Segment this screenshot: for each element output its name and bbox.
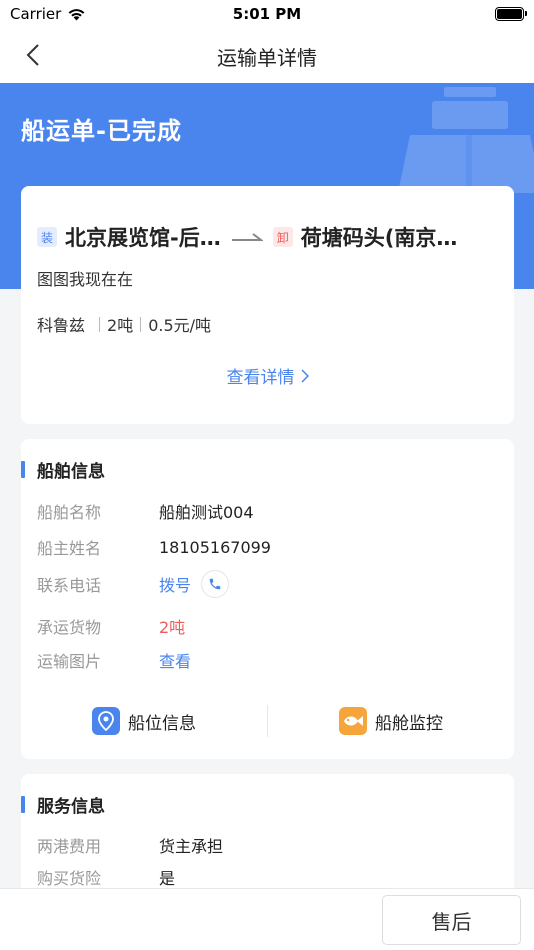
row-label: 运输图片 <box>37 652 102 671</box>
status-bar: Carrier 5:01 PM <box>0 0 534 28</box>
dial-link[interactable]: 拨号 <box>159 572 191 596</box>
ship-position-label: 船位信息 <box>128 713 196 734</box>
insurance-row: 购买货险 是 <box>37 865 175 889</box>
row-label: 承运货物 <box>37 618 102 637</box>
goods-name: 科鲁兹 <box>37 316 86 335</box>
fish-icon <box>339 707 367 735</box>
chevron-right-icon <box>300 368 309 383</box>
row-label: 船主姓名 <box>37 539 102 558</box>
section-header: 船舶信息 <box>21 459 105 482</box>
ship-actions: 船位信息 船舱监控 <box>21 701 514 741</box>
service-info-card: 服务信息 两港费用 货主承担 购买货险 是 <box>21 774 514 904</box>
section-title: 船舶信息 <box>37 461 105 482</box>
after-sale-button[interactable]: 售后 <box>382 895 521 945</box>
clock: 5:01 PM <box>232 5 302 23</box>
row-label: 两港费用 <box>37 837 102 856</box>
ship-name-value: 船舶测试004 <box>159 503 254 522</box>
route-card: 装 北京展览馆-后… 卸 荷塘码头(南京… 图图我现在在 科鲁兹 2吨 0.5元… <box>21 186 514 424</box>
destination-port: 荷塘码头(南京… <box>300 226 458 250</box>
load-tag: 装 <box>37 227 57 247</box>
goods-weight: 2吨 <box>107 316 134 335</box>
transport-photo-row: 运输图片 查看 <box>37 648 191 672</box>
goods-price: 0.5元/吨 <box>148 316 212 335</box>
route-row: 装 北京展览馆-后… 卸 荷塘码头(南京… <box>37 222 507 252</box>
call-button[interactable] <box>201 570 230 598</box>
battery-icon <box>495 7 527 21</box>
section-title: 服务信息 <box>37 796 105 817</box>
view-photos-link[interactable]: 查看 <box>159 648 191 672</box>
ship-info-card: 船舶信息 船舶名称 船舶测试004 船主姓名 18105167099 联系电话 … <box>21 439 514 759</box>
section-header: 服务信息 <box>21 794 105 817</box>
ship-name-row: 船舶名称 船舶测试004 <box>37 499 254 523</box>
goods-summary: 科鲁兹 2吨 0.5元/吨 <box>37 312 211 336</box>
route-note: 图图我现在在 <box>37 270 134 289</box>
insurance-value: 是 <box>159 869 176 888</box>
nav-bar: 运输单详情 <box>0 28 534 83</box>
phone-row: 联系电话 拨号 <box>37 570 230 598</box>
page-title: 运输单详情 <box>217 46 317 70</box>
port-fee-value: 货主承担 <box>159 837 224 856</box>
ship-position-button[interactable]: 船位信息 <box>21 707 267 735</box>
origin-port: 北京展览馆-后… <box>65 226 221 250</box>
order-status-title: 船运单-已完成 <box>21 117 182 145</box>
port-fee-row: 两港费用 货主承担 <box>37 833 223 857</box>
section-accent-bar <box>21 460 25 478</box>
ship-watermark-icon <box>398 87 534 193</box>
owner-name-value: 18105167099 <box>159 537 271 557</box>
view-detail-label: 查看详情 <box>226 368 295 388</box>
cabin-monitor-label: 船舱监控 <box>375 713 443 734</box>
owner-name-row: 船主姓名 18105167099 <box>37 535 271 559</box>
arrow-right-icon <box>231 233 263 241</box>
cargo-weight-value: 2吨 <box>159 618 186 637</box>
section-accent-bar <box>21 795 25 813</box>
phone-icon <box>209 578 221 590</box>
row-label: 联系电话 <box>37 576 102 595</box>
row-label: 船舶名称 <box>37 503 102 522</box>
cargo-row: 承运货物 2吨 <box>37 614 185 638</box>
divider <box>140 316 142 332</box>
cabin-monitor-button[interactable]: 船舱监控 <box>268 707 514 735</box>
divider <box>99 316 101 332</box>
view-detail-link[interactable]: 查看详情 <box>21 363 514 388</box>
location-pin-icon <box>92 707 120 735</box>
bottom-action-bar: 售后 <box>0 888 534 950</box>
unload-tag: 卸 <box>272 227 293 247</box>
row-label: 购买货险 <box>37 869 102 888</box>
